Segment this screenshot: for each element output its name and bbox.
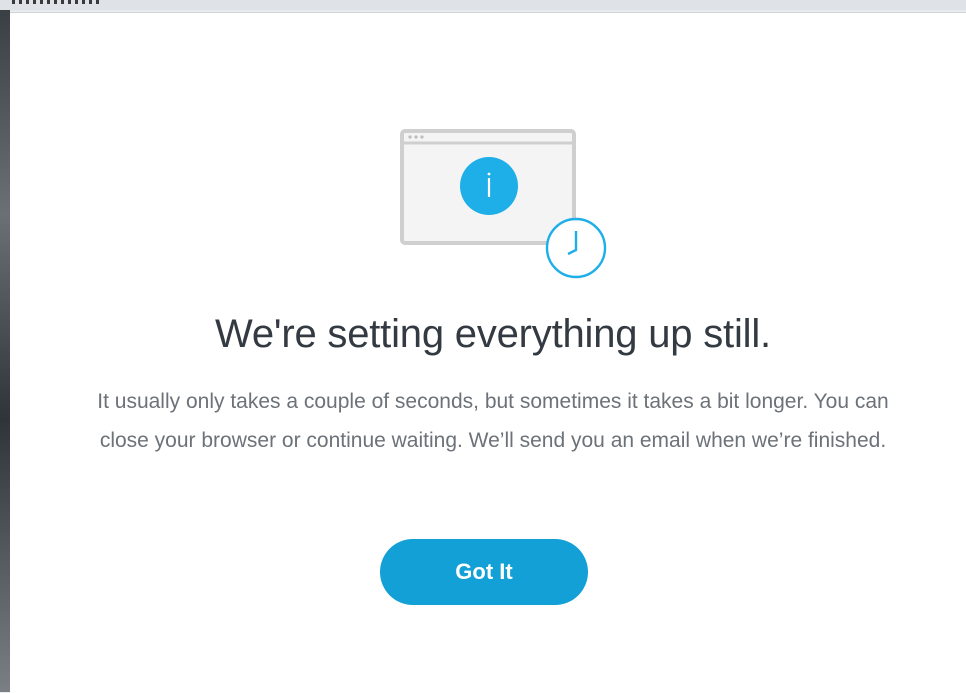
browser-top-strip [0,0,966,10]
browser-window-icon [400,129,607,279]
top-strip-dots [12,0,102,4]
info-icon [460,157,518,215]
dialog-title: We're setting everything up still. [215,312,771,356]
dialog-message: It usually only takes a couple of second… [97,390,889,452]
clock-icon [545,217,607,279]
got-it-button[interactable]: Got It [380,539,588,605]
